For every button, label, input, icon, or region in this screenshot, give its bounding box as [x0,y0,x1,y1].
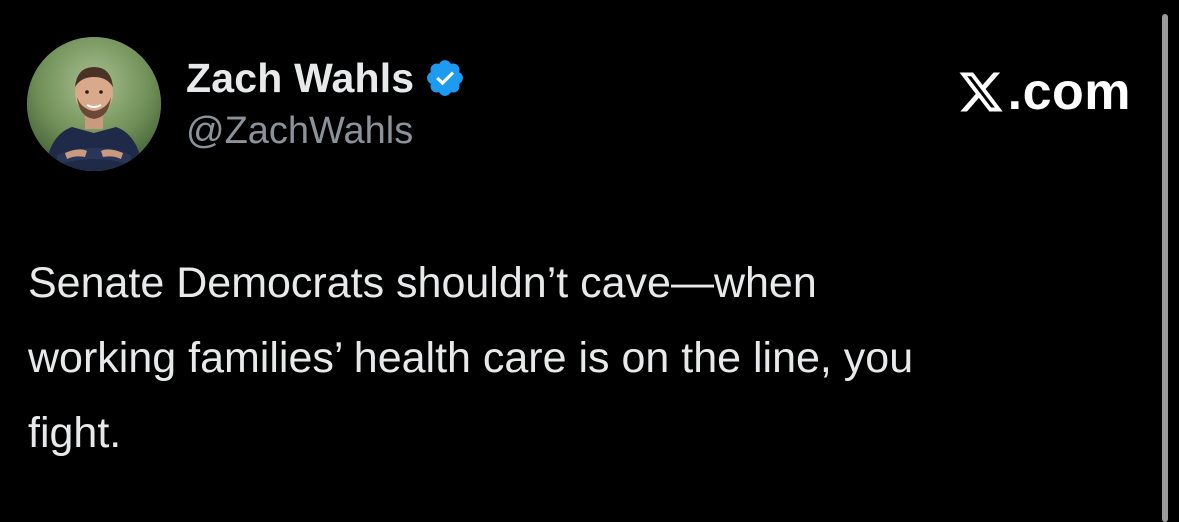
verified-badge-icon [424,57,466,99]
user-handle[interactable]: @ZachWahls [186,110,413,153]
tweet-text: Senate Democrats shouldn’t cave—when wor… [28,259,914,457]
profile-photo-icon [27,37,161,171]
author-name-row: Zach Wahls [186,54,466,102]
brand-domain-text: .com [1007,63,1131,121]
x-brand: .com [956,62,1131,122]
tweet-card: Zach Wahls @ZachWahls .com Senate Democr… [0,0,1179,522]
scrollbar[interactable] [1162,14,1168,522]
x-logo-icon [959,72,1003,112]
avatar[interactable] [27,37,161,171]
display-name[interactable]: Zach Wahls [186,55,414,102]
